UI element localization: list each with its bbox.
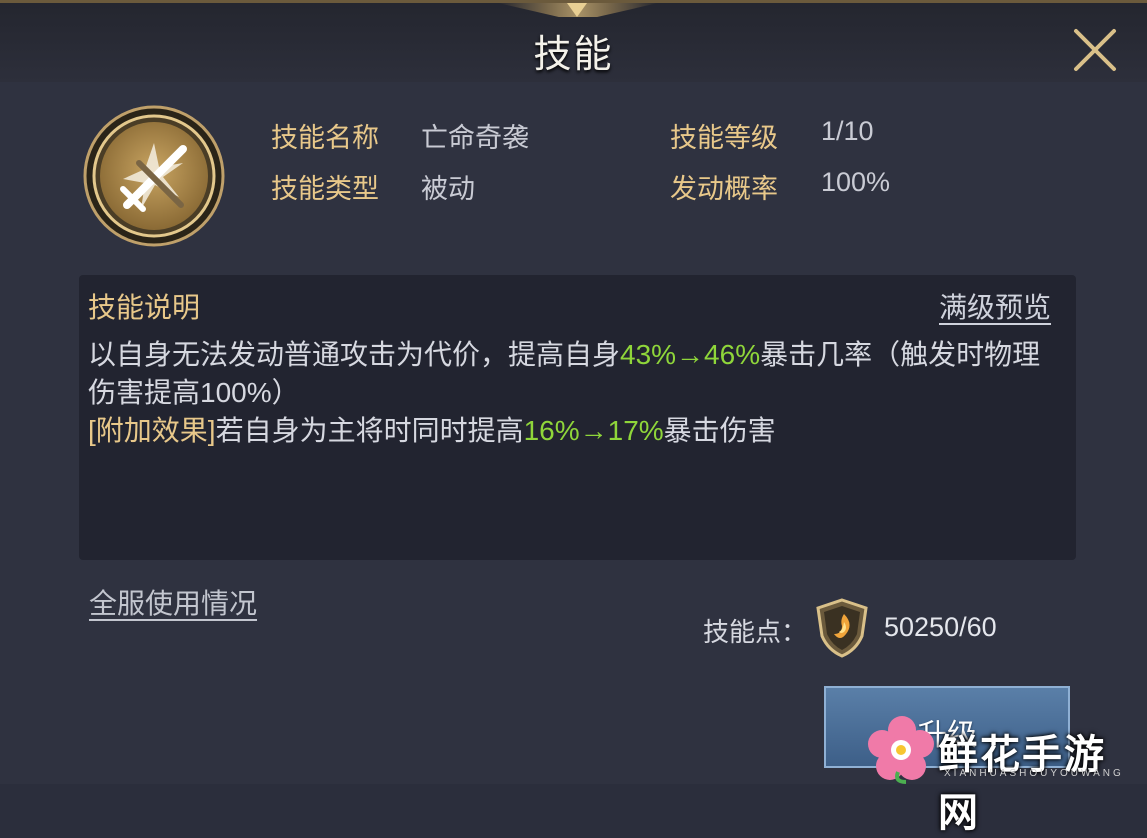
server-usage-link[interactable]: 全服使用情况 bbox=[89, 582, 257, 622]
skill-type-label: 技能类型 bbox=[271, 174, 379, 204]
watermark-subtext: XIANHUASHOUYOUWANG bbox=[944, 768, 1124, 779]
crossed-swords-icon bbox=[83, 105, 225, 247]
description-line1-prefix: 以自身无法发动普通攻击为代价，提高自身 bbox=[88, 339, 621, 370]
close-icon bbox=[1074, 29, 1116, 71]
max-level-preview-link[interactable]: 满级预览 bbox=[939, 286, 1051, 326]
skill-icon bbox=[83, 105, 225, 247]
skill-name-value: 亡命奇袭 bbox=[421, 123, 529, 153]
description-title: 技能说明 bbox=[88, 292, 201, 323]
crit-damage-values: 16%→17% bbox=[523, 415, 664, 446]
watermark: 鲜花手游网 XIANHUASHOUYOUWANG bbox=[868, 712, 1147, 836]
trigger-rate-label: 发动概率 bbox=[670, 174, 778, 204]
description-line2-suffix: 暴击伤害 bbox=[663, 415, 776, 446]
close-button[interactable] bbox=[1068, 27, 1122, 75]
title-bar: 技能 bbox=[0, 0, 1147, 82]
window-title: 技能 bbox=[533, 34, 614, 76]
effect-tag: [附加效果] bbox=[88, 415, 216, 446]
skill-point-shield-icon bbox=[814, 598, 870, 658]
skill-points-value: 50250/60 bbox=[884, 612, 997, 642]
flower-logo-icon bbox=[868, 716, 934, 784]
description-text: 以自身无法发动普通攻击为代价，提高自身43%→46%暴击几率（触发时物理伤害提高… bbox=[88, 336, 1063, 450]
crit-rate-values: 43%→46% bbox=[620, 339, 761, 370]
description-line2-prefix: 若自身为主将时同时提高 bbox=[215, 415, 524, 446]
trigger-rate-value: 100% bbox=[821, 167, 891, 197]
skill-type-value: 被动 bbox=[421, 174, 475, 204]
skill-level-label: 技能等级 bbox=[670, 123, 778, 153]
watermark-text: 鲜花手游网 bbox=[938, 731, 1106, 836]
skill-points-label: 技能点： bbox=[703, 617, 808, 647]
skill-level-value: 1/10 bbox=[821, 116, 874, 146]
skill-name-label: 技能名称 bbox=[271, 123, 379, 153]
